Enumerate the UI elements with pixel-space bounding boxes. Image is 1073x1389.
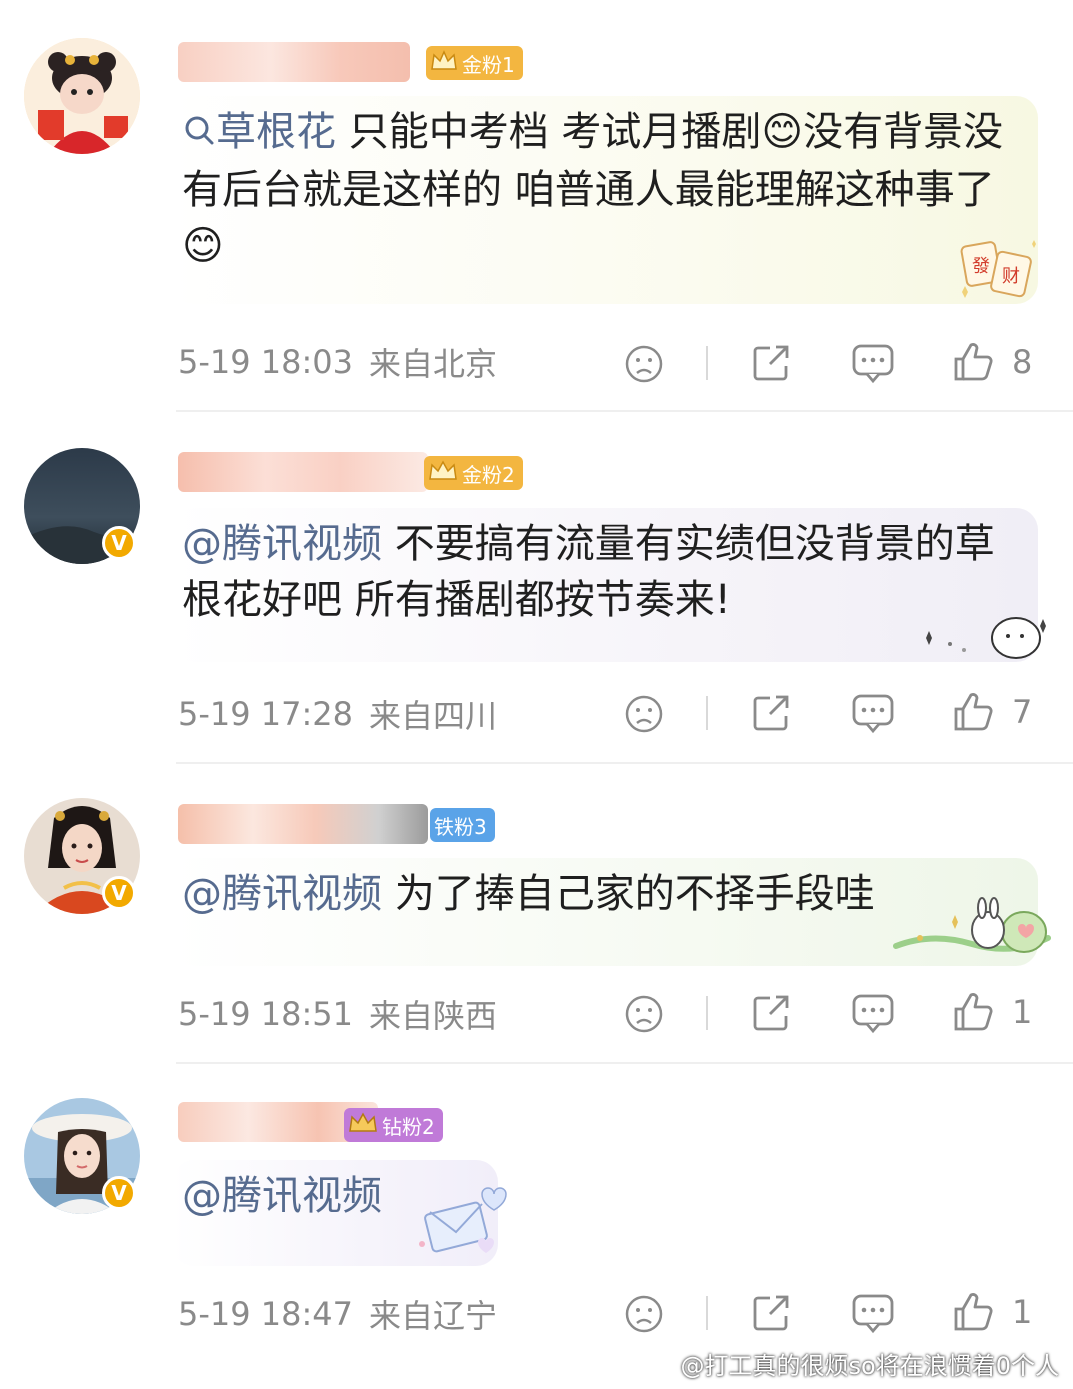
share-button[interactable] — [748, 340, 794, 386]
verified-badge: V — [102, 876, 136, 910]
fan-badge: 金粉2 — [424, 456, 523, 490]
comment-location: 来自陕西 — [369, 997, 498, 1035]
comment-text: @腾讯视频 不要搞有流量有实绩但没背景的草根花好吧 所有播剧都按节奏来! — [182, 516, 1012, 628]
doll-avatar-image — [24, 38, 140, 154]
share-button[interactable] — [748, 990, 794, 1036]
comment-text: 草根花 只能中考档 考试月播剧😊没有背景没有后台就是这样的 咱普通人最能理解这种… — [182, 104, 1018, 274]
comment-button[interactable] — [850, 1290, 896, 1336]
comment-meta: 5-19 18:47 来自辽宁 — [178, 1290, 497, 1338]
share-icon — [753, 1295, 789, 1331]
comment-bubble: @腾讯视频 — [172, 1160, 507, 1266]
comment-divider — [176, 1062, 1073, 1064]
share-icon — [753, 695, 789, 731]
fan-badge: 钻粉2 — [344, 1108, 443, 1142]
thumbs-up-icon — [954, 1293, 993, 1331]
like-button[interactable]: 1 — [952, 988, 1032, 1036]
fan-badge-label: 金粉1 — [462, 52, 515, 77]
like-button[interactable]: 7 — [952, 688, 1032, 736]
comment-button[interactable] — [850, 690, 896, 736]
search-icon — [182, 106, 216, 162]
share-icon — [753, 345, 789, 381]
like-count: 1 — [1012, 993, 1033, 1031]
comment-icon — [852, 1294, 894, 1334]
comment-body: 为了捧自己家的不择手段哇 — [382, 871, 875, 917]
like-count: 7 — [1012, 693, 1033, 731]
comment-icon — [852, 694, 894, 734]
comment-bubble: @腾讯视频 不要搞有流量有实绩但没背景的草根花好吧 所有播剧都按节奏来! — [172, 508, 1046, 662]
sad-face-icon — [625, 995, 663, 1033]
comment-location: 来自辽宁 — [369, 1297, 498, 1335]
mention-link[interactable]: @腾讯视频 — [182, 521, 382, 567]
comment-button[interactable] — [850, 340, 896, 386]
fan-badge-label: 金粉2 — [462, 462, 515, 487]
comment-meta: 5-19 17:28 来自四川 — [178, 690, 497, 738]
username-blurred[interactable] — [178, 804, 428, 844]
dislike-button[interactable] — [622, 992, 666, 1036]
crown-icon — [348, 1111, 378, 1140]
dislike-button[interactable] — [622, 1292, 666, 1336]
like-count: 8 — [1012, 343, 1033, 381]
divider-line — [706, 696, 708, 730]
comment-text: @腾讯视频 为了捧自己家的不择手段哇 — [182, 866, 942, 922]
sad-face-icon — [625, 695, 663, 733]
comment-icon — [852, 344, 894, 384]
thumbs-up-icon — [954, 993, 993, 1031]
dislike-button[interactable] — [622, 692, 666, 736]
comment-bubble: @腾讯视频 为了捧自己家的不择手段哇 — [172, 858, 1051, 966]
comment-time: 5-19 18:51 — [178, 995, 354, 1033]
comment-text: @腾讯视频 — [182, 1168, 488, 1224]
like-button[interactable]: 1 — [952, 1288, 1032, 1336]
comment-divider — [176, 410, 1073, 412]
verified-badge: V — [102, 1176, 136, 1210]
share-button[interactable] — [748, 1290, 794, 1336]
comment-time: 5-19 18:47 — [178, 1295, 354, 1333]
divider-line — [706, 1296, 708, 1330]
mention-link[interactable]: @腾讯视频 — [182, 871, 382, 917]
share-icon — [753, 995, 789, 1031]
comment-time: 5-19 17:28 — [178, 695, 354, 733]
share-button[interactable] — [748, 690, 794, 736]
verified-badge: V — [102, 526, 136, 560]
fan-badge: 铁粉3 — [430, 808, 495, 842]
like-button[interactable]: 8 — [952, 338, 1032, 386]
search-topic-link[interactable]: 草根花 — [182, 109, 336, 155]
comment-location: 来自北京 — [369, 345, 498, 383]
weibo-logo-icon — [654, 1350, 677, 1378]
username-blurred[interactable] — [178, 42, 410, 82]
username-blurred[interactable] — [178, 452, 428, 492]
comment-divider — [176, 762, 1073, 764]
dislike-button[interactable] — [622, 342, 666, 386]
watermark-text: @打工真的很烦so将在浪惯着0个人 — [680, 1352, 1059, 1380]
crown-icon — [428, 459, 458, 488]
mention-link[interactable]: @腾讯视频 — [182, 1173, 382, 1219]
comment-bubble: 草根花 只能中考档 考试月播剧😊没有背景没有后台就是这样的 咱普通人最能理解这种… — [172, 96, 1038, 304]
like-count: 1 — [1012, 1293, 1033, 1331]
sad-face-icon — [625, 1295, 663, 1333]
comment-meta: 5-19 18:03 来自北京 — [178, 338, 497, 386]
fan-badge-label: 铁粉3 — [434, 814, 487, 839]
thumbs-up-icon — [954, 343, 993, 381]
fan-badge: 金粉1 — [426, 46, 523, 80]
crown-icon — [430, 49, 458, 78]
comment-icon — [852, 994, 894, 1034]
topic-keyword[interactable]: 草根花 — [216, 109, 336, 155]
watermark: @打工真的很烦so将在浪惯着0个人 — [654, 1346, 1059, 1381]
divider-line — [706, 996, 708, 1030]
comment-button[interactable] — [850, 990, 896, 1036]
comment-location: 来自四川 — [369, 697, 498, 735]
avatar[interactable] — [24, 38, 140, 154]
sad-face-icon — [625, 345, 663, 383]
thumbs-up-icon — [954, 693, 993, 731]
comment-meta: 5-19 18:51 来自陕西 — [178, 990, 497, 1038]
comment-time: 5-19 18:03 — [178, 343, 354, 381]
fan-badge-label: 钻粉2 — [382, 1114, 435, 1139]
divider-line — [706, 346, 708, 380]
